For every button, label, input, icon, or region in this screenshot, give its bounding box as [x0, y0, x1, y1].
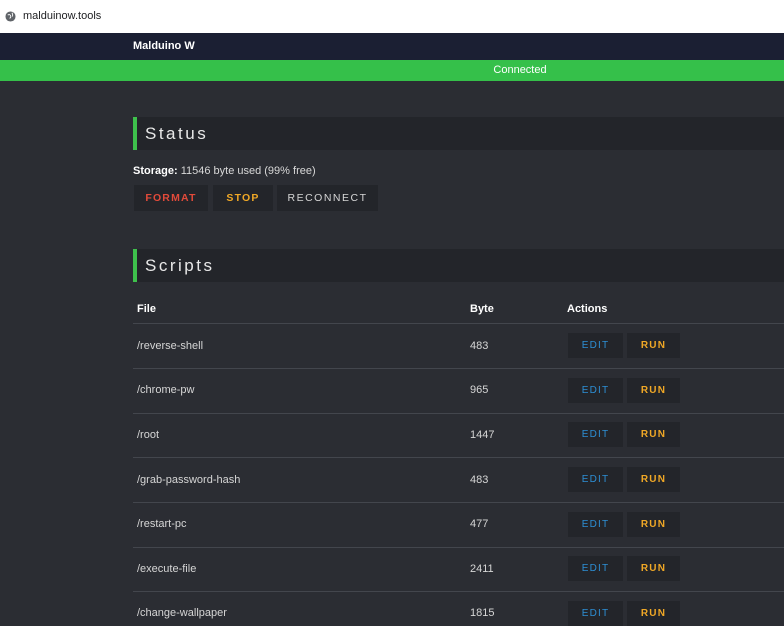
row-byte: 477 [470, 518, 489, 530]
brand-title[interactable]: Malduino W [133, 40, 195, 52]
table-divider [133, 547, 784, 548]
row-file: /chrome-pw [137, 384, 195, 396]
run-button[interactable]: RUN [627, 333, 680, 358]
run-button[interactable]: RUN [627, 467, 680, 492]
edit-button[interactable]: EDIT [568, 601, 623, 626]
run-button[interactable]: RUN [627, 422, 680, 447]
table-divider [133, 323, 784, 324]
edit-button[interactable]: EDIT [568, 512, 623, 537]
row-file: /grab-password-hash [137, 474, 241, 486]
stop-button[interactable]: STOP [213, 185, 273, 211]
row-byte: 483 [470, 340, 489, 352]
reconnect-button[interactable]: RECONNECT [277, 185, 378, 211]
row-byte: 2411 [470, 563, 494, 575]
connection-status-bar: Connected [0, 60, 784, 81]
storage-value: 11546 byte used (99% free) [180, 165, 316, 177]
browser-address-bar[interactable]: malduinow.tools [0, 0, 784, 34]
column-header-file: File [137, 303, 156, 315]
column-header-actions: Actions [567, 303, 608, 315]
storage-info: Storage: 11546 byte used (99% free) [133, 165, 316, 177]
row-file: /restart-pc [137, 518, 187, 530]
row-byte: 1815 [470, 607, 495, 619]
status-section-header: Status [133, 117, 784, 150]
storage-label: Storage: [133, 165, 178, 177]
row-file: /root [137, 429, 160, 441]
run-button[interactable]: RUN [627, 601, 680, 626]
row-byte: 1447 [470, 429, 495, 441]
table-divider [133, 591, 784, 592]
status-section-title: Status [145, 124, 209, 143]
run-button[interactable]: RUN [627, 512, 680, 537]
table-divider [133, 368, 784, 369]
edit-button[interactable]: EDIT [568, 422, 623, 447]
connection-status-text: Connected [493, 64, 547, 76]
table-divider [133, 502, 784, 503]
table-divider [133, 413, 784, 414]
edit-button[interactable]: EDIT [568, 378, 623, 403]
row-byte: 965 [470, 384, 489, 396]
scripts-section-header: Scripts [133, 249, 784, 282]
row-byte: 483 [470, 474, 489, 486]
run-button[interactable]: RUN [627, 556, 680, 581]
edit-button[interactable]: EDIT [568, 333, 623, 358]
format-button[interactable]: FORMAT [134, 185, 208, 211]
edit-button[interactable]: EDIT [568, 467, 623, 492]
row-file: /execute-file [137, 563, 197, 575]
globe-icon [5, 11, 16, 22]
run-button[interactable]: RUN [627, 378, 680, 403]
scripts-section-title: Scripts [145, 256, 215, 275]
top-navbar: Malduino W [0, 33, 784, 60]
row-file: /change-wallpaper [137, 607, 227, 619]
column-header-byte: Byte [470, 303, 494, 315]
row-file: /reverse-shell [137, 340, 204, 352]
table-divider [133, 457, 784, 458]
edit-button[interactable]: EDIT [568, 556, 623, 581]
url-text[interactable]: malduinow.tools [23, 10, 101, 22]
